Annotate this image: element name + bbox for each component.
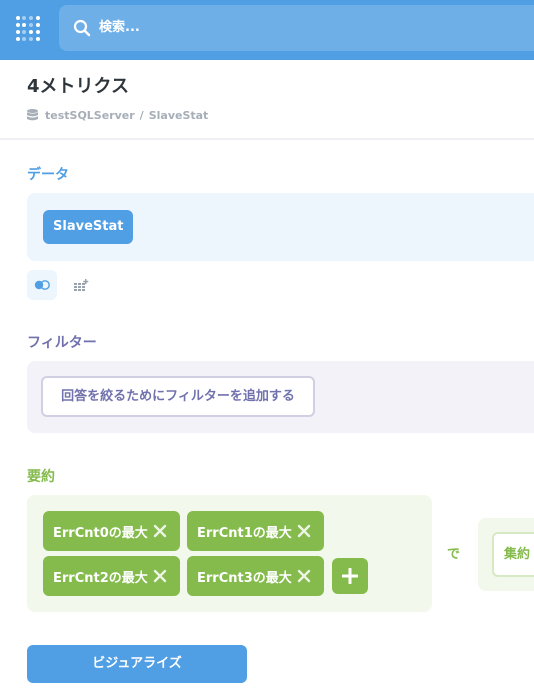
metric-pill[interactable]: ErrCnt0の最大 (43, 511, 180, 551)
join-data-button[interactable] (27, 270, 57, 300)
search-icon (73, 19, 91, 37)
join-icon (34, 280, 50, 290)
metric-pill[interactable]: ErrCnt2の最大 (43, 556, 180, 596)
metric-label: ErrCnt3の最大 (197, 570, 292, 586)
close-icon[interactable] (297, 569, 311, 583)
summarize-section-label: 要約 (27, 469, 55, 485)
metric-label: ErrCnt2の最大 (53, 570, 148, 586)
metric-pill[interactable]: ErrCnt3の最大 (187, 556, 324, 596)
search-bar[interactable]: 検索... (59, 5, 534, 51)
close-icon[interactable] (297, 524, 311, 538)
add-group-by-button[interactable]: 集約 (492, 532, 534, 577)
metric-label: ErrCnt1の最大 (197, 525, 292, 541)
breadcrumb-table[interactable]: SlaveStat (149, 109, 209, 122)
filter-section-label: フィルター (27, 335, 97, 351)
group-by-connector: で (447, 547, 461, 562)
add-metric-button[interactable] (332, 558, 368, 594)
page-title: 4メトリクス (27, 76, 129, 97)
breadcrumb-separator: / (139, 108, 144, 122)
top-navbar: 検索... (0, 0, 534, 60)
metric-pill[interactable]: ErrCnt1の最大 (187, 511, 324, 551)
search-input[interactable]: 検索... (99, 19, 140, 37)
custom-column-icon (74, 279, 89, 291)
close-icon[interactable] (153, 569, 167, 583)
custom-column-button[interactable] (66, 270, 96, 300)
table-selector-button[interactable]: SlaveStat (43, 210, 134, 244)
plus-icon (342, 568, 358, 584)
database-icon (27, 109, 38, 121)
visualize-button[interactable]: ビジュアライズ (27, 645, 247, 683)
breadcrumb-database[interactable]: testSQLServer (45, 109, 135, 122)
metric-label: ErrCnt0の最大 (53, 525, 148, 541)
header-divider (0, 138, 534, 140)
app-logo-icon[interactable] (15, 15, 41, 43)
breadcrumb: testSQLServer / SlaveStat (27, 107, 208, 123)
add-filter-button[interactable]: 回答を絞るためにフィルターを追加する (41, 376, 315, 417)
data-section-label: データ (27, 167, 69, 183)
close-icon[interactable] (153, 524, 167, 538)
